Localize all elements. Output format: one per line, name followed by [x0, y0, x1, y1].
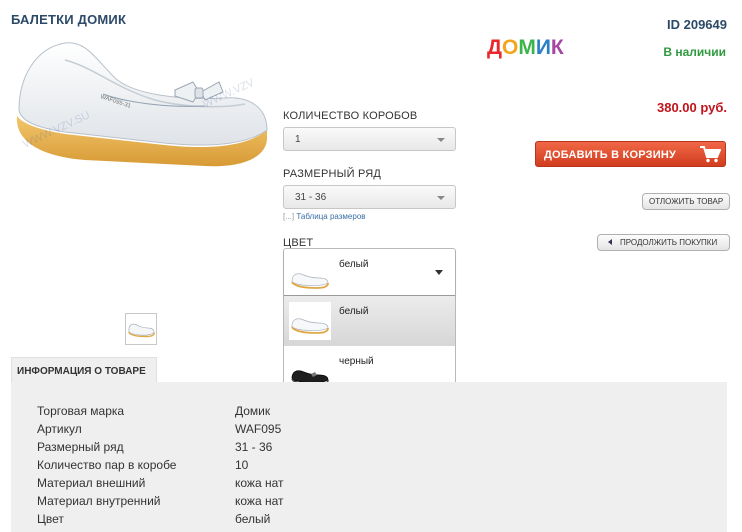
info-value: 31 - 36	[235, 440, 273, 454]
continue-shopping-label: ПРОДОЛЖИТЬ ПОКУПКИ	[620, 238, 718, 247]
logo-letter: И	[535, 36, 551, 59]
postpone-button[interactable]: ОТЛОЖИТЬ ТОВАР	[642, 193, 730, 210]
cart-icon	[700, 146, 721, 163]
product-options: КОЛИЧЕСТВО КОРОБОВ 1 РАЗМЕРНЫЙ РЯД 31 - …	[283, 110, 458, 249]
logo-letter: К	[550, 36, 564, 59]
size-table-link[interactable]: [...] Таблица размеров	[283, 212, 458, 221]
boxes-select[interactable]: 1	[283, 127, 456, 151]
info-key: Цвет	[37, 512, 64, 526]
color-option-white-name: белый	[339, 306, 369, 317]
size-value: 31 - 36	[295, 192, 327, 203]
chevron-down-icon	[435, 270, 443, 275]
color-current-name: белый	[339, 259, 369, 270]
chevron-down-icon	[437, 196, 445, 200]
product-thumbnail[interactable]	[125, 313, 157, 345]
info-key: Количество пар в коробе	[37, 458, 177, 472]
color-option-white[interactable]: белый	[284, 296, 455, 346]
info-value: WAF095	[235, 422, 282, 436]
add-to-cart-label: ДОБАВИТЬ В КОРЗИНУ	[544, 149, 677, 161]
chevron-down-icon	[437, 138, 445, 142]
size-label: РАЗМЕРНЫЙ РЯД	[283, 168, 382, 180]
add-to-cart-button[interactable]: ДОБАВИТЬ В КОРЗИНУ	[535, 141, 726, 167]
product-info-panel: Торговая марка Домик Артикул WAF095 Размер…	[11, 382, 727, 532]
info-row: Цвет белый	[37, 512, 270, 526]
color-swatch-white	[289, 302, 331, 340]
product-id: ID 209649	[667, 17, 727, 32]
continue-shopping-button[interactable]: ПРОДОЛЖИТЬ ПОКУПКИ	[597, 234, 730, 251]
info-row: Количество пар в коробе 10	[37, 458, 248, 472]
product-price: 380.00 руб.	[656, 100, 727, 115]
logo-letter: О	[501, 36, 519, 59]
logo-letter: Д	[487, 36, 502, 59]
size-table-bracket: [...]	[283, 212, 295, 221]
info-key: Материал внешний	[37, 476, 146, 490]
info-value: кожа нат	[235, 494, 284, 508]
stock-status: В наличии	[663, 45, 726, 59]
info-value: 10	[235, 458, 249, 472]
info-key: Артикул	[37, 422, 82, 436]
logo-letter: М	[518, 36, 536, 59]
color-option-black-name: черный	[339, 356, 374, 367]
boxes-label: КОЛИЧЕСТВО КОРОБОВ	[283, 110, 418, 122]
color-dropdown[interactable]: белый белый черный	[283, 248, 456, 396]
info-row: Торговая марка Домик	[37, 404, 270, 418]
info-key: Торговая марка	[37, 404, 125, 418]
info-row: Артикул WAF095	[37, 422, 281, 436]
size-select[interactable]: 31 - 36	[283, 185, 456, 209]
info-value: белый	[235, 512, 271, 526]
product-title: БАЛЕТКИ ДОМИК	[11, 12, 127, 27]
size-table-link-text: Таблица размеров	[296, 212, 366, 221]
info-value: кожа нат	[235, 476, 284, 490]
info-row: Материал внутренний кожа нат	[37, 494, 284, 508]
info-row: Материал внешний кожа нат	[37, 476, 284, 490]
product-page: БАЛЕТКИ ДОМИК WAF095-31 WWW.VZV.SU WWW.V…	[0, 0, 742, 532]
product-image[interactable]: WAF095-31 WWW.VZV.SU WWW.VZV	[5, 38, 275, 178]
color-select-current[interactable]: белый	[284, 249, 455, 296]
color-swatch-white	[291, 273, 329, 289]
info-key: Размерный ряд	[37, 440, 124, 454]
tab-product-info[interactable]: ИНФОРМАЦИЯ О ТОВАРЕ	[11, 357, 157, 383]
info-key: Материал внутренний	[37, 494, 161, 508]
arrow-left-icon	[608, 239, 612, 245]
boxes-value: 1	[295, 134, 301, 145]
info-value: Домик	[235, 404, 271, 418]
brand-logo[interactable]: ДОМИК	[487, 36, 564, 60]
info-row: Размерный ряд 31 - 36	[37, 440, 272, 454]
